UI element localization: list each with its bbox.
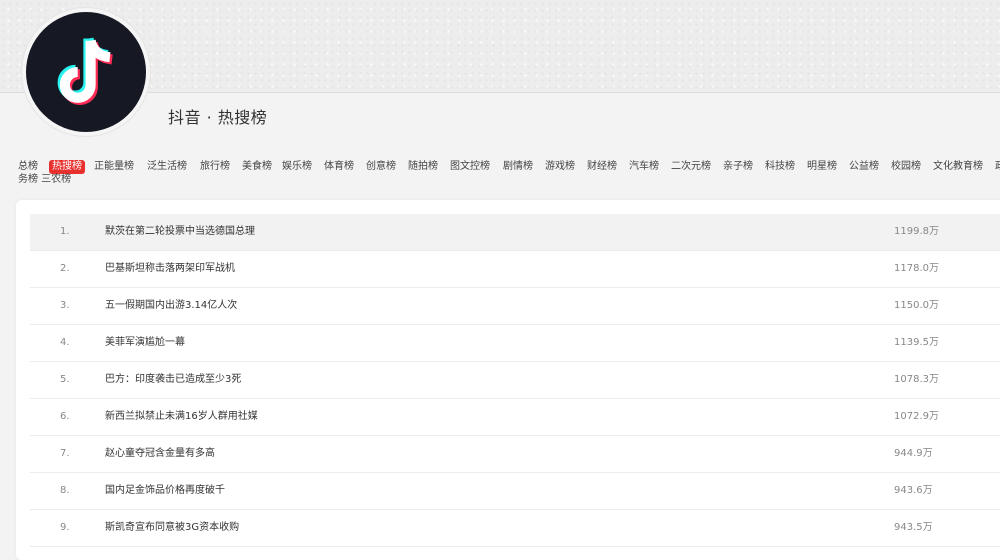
rank-number: 9. [60, 522, 70, 533]
topic-title[interactable]: 巴方：印度袭击已造成至少3死 [105, 362, 241, 398]
rank-number: 2. [60, 263, 70, 274]
tab-drama[interactable]: 剧情榜 [503, 160, 533, 174]
heat-value: 944.9万 [894, 448, 933, 459]
topic-title[interactable]: 美菲军演尴尬一幕 [105, 325, 185, 361]
rank-number: 3. [60, 300, 70, 311]
topic-title[interactable]: 五一假期国内出游3.14亿人次 [105, 288, 237, 324]
tab-overall[interactable]: 总榜 [18, 160, 38, 174]
tab-creative[interactable]: 创意榜 [366, 160, 396, 174]
hot-search-list: 1. 默茨在第二轮投票中当选德国总理 1199.8万 2. 巴基斯坦称击落两架印… [30, 214, 1000, 547]
page-title: 抖音 · 热搜榜 [168, 108, 268, 127]
list-item[interactable]: 5. 巴方：印度袭击已造成至少3死 1078.3万 [30, 362, 1000, 399]
tab-travel[interactable]: 旅行榜 [200, 160, 230, 174]
tab-charity[interactable]: 公益榜 [849, 160, 879, 174]
rank-number: 7. [60, 448, 70, 459]
tab-games[interactable]: 游戏榜 [545, 160, 575, 174]
tab-parenting[interactable]: 亲子榜 [723, 160, 753, 174]
tab-campus[interactable]: 校园榜 [891, 160, 921, 174]
topic-title[interactable]: 赵心童夺冠含金量有多高 [105, 436, 215, 472]
rank-number: 8. [60, 485, 70, 496]
tab-entertainment[interactable]: 娱乐榜 [282, 160, 312, 174]
list-item[interactable]: 9. 斯凯奇宣布同意被3G资本收购 943.5万 [30, 510, 1000, 547]
category-tabs: 总榜 热搜榜 正能量榜 泛生活榜 旅行榜 美食榜 娱乐榜 体育榜 创意榜 随拍榜… [18, 160, 1000, 188]
tiktok-logo-icon [22, 8, 150, 136]
heat-value: 1072.9万 [894, 411, 939, 422]
rank-number: 5. [60, 374, 70, 385]
heat-value: 1150.0万 [894, 300, 939, 311]
tab-food[interactable]: 美食榜 [242, 160, 272, 174]
tab-wrapped-line[interactable]: 务榜 三农榜 [18, 174, 71, 186]
tab-casual-shots[interactable]: 随拍榜 [408, 160, 438, 174]
tab-hot-search[interactable]: 热搜榜 [49, 160, 85, 174]
heat-value: 1139.5万 [894, 337, 939, 348]
tab-lifestyle[interactable]: 泛生活榜 [147, 160, 187, 174]
tab-positive-energy[interactable]: 正能量榜 [94, 160, 134, 174]
header-strip [0, 93, 1000, 145]
list-item[interactable]: 6. 新西兰拟禁止未满16岁人群用社媒 1072.9万 [30, 399, 1000, 436]
tab-finance[interactable]: 财经榜 [587, 160, 617, 174]
tab-government[interactable]: 政 [995, 160, 1000, 174]
rank-number: 4. [60, 337, 70, 348]
tab-auto[interactable]: 汽车榜 [629, 160, 659, 174]
list-item[interactable]: 2. 巴基斯坦称击落两架印军战机 1178.0万 [30, 251, 1000, 288]
rank-number: 1. [60, 226, 70, 237]
heat-value: 943.5万 [894, 522, 933, 533]
heat-value: 1199.8万 [894, 226, 939, 237]
rank-number: 6. [60, 411, 70, 422]
list-item[interactable]: 8. 国内足金饰品价格再度破千 943.6万 [30, 473, 1000, 510]
heat-value: 1178.0万 [894, 263, 939, 274]
tab-image-text[interactable]: 图文控榜 [450, 160, 490, 174]
tab-culture-education[interactable]: 文化教育榜 [933, 160, 983, 174]
topic-title[interactable]: 国内足金饰品价格再度破千 [105, 473, 225, 509]
topic-title[interactable]: 默茨在第二轮投票中当选德国总理 [105, 214, 255, 250]
tab-anime[interactable]: 二次元榜 [671, 160, 711, 174]
heat-value: 943.6万 [894, 485, 933, 496]
heat-value: 1078.3万 [894, 374, 939, 385]
list-item[interactable]: 7. 赵心童夺冠含金量有多高 944.9万 [30, 436, 1000, 473]
topic-title[interactable]: 巴基斯坦称击落两架印军战机 [105, 251, 235, 287]
tab-sports[interactable]: 体育榜 [324, 160, 354, 174]
header-banner [0, 0, 1000, 93]
topic-title[interactable]: 新西兰拟禁止未满16岁人群用社媒 [105, 399, 258, 435]
list-item[interactable]: 3. 五一假期国内出游3.14亿人次 1150.0万 [30, 288, 1000, 325]
tab-celebrity[interactable]: 明星榜 [807, 160, 837, 174]
list-item[interactable]: 4. 美菲军演尴尬一幕 1139.5万 [30, 325, 1000, 362]
tab-tech[interactable]: 科技榜 [765, 160, 795, 174]
topic-title[interactable]: 斯凯奇宣布同意被3G资本收购 [105, 510, 239, 546]
list-item[interactable]: 1. 默茨在第二轮投票中当选德国总理 1199.8万 [30, 214, 1000, 251]
